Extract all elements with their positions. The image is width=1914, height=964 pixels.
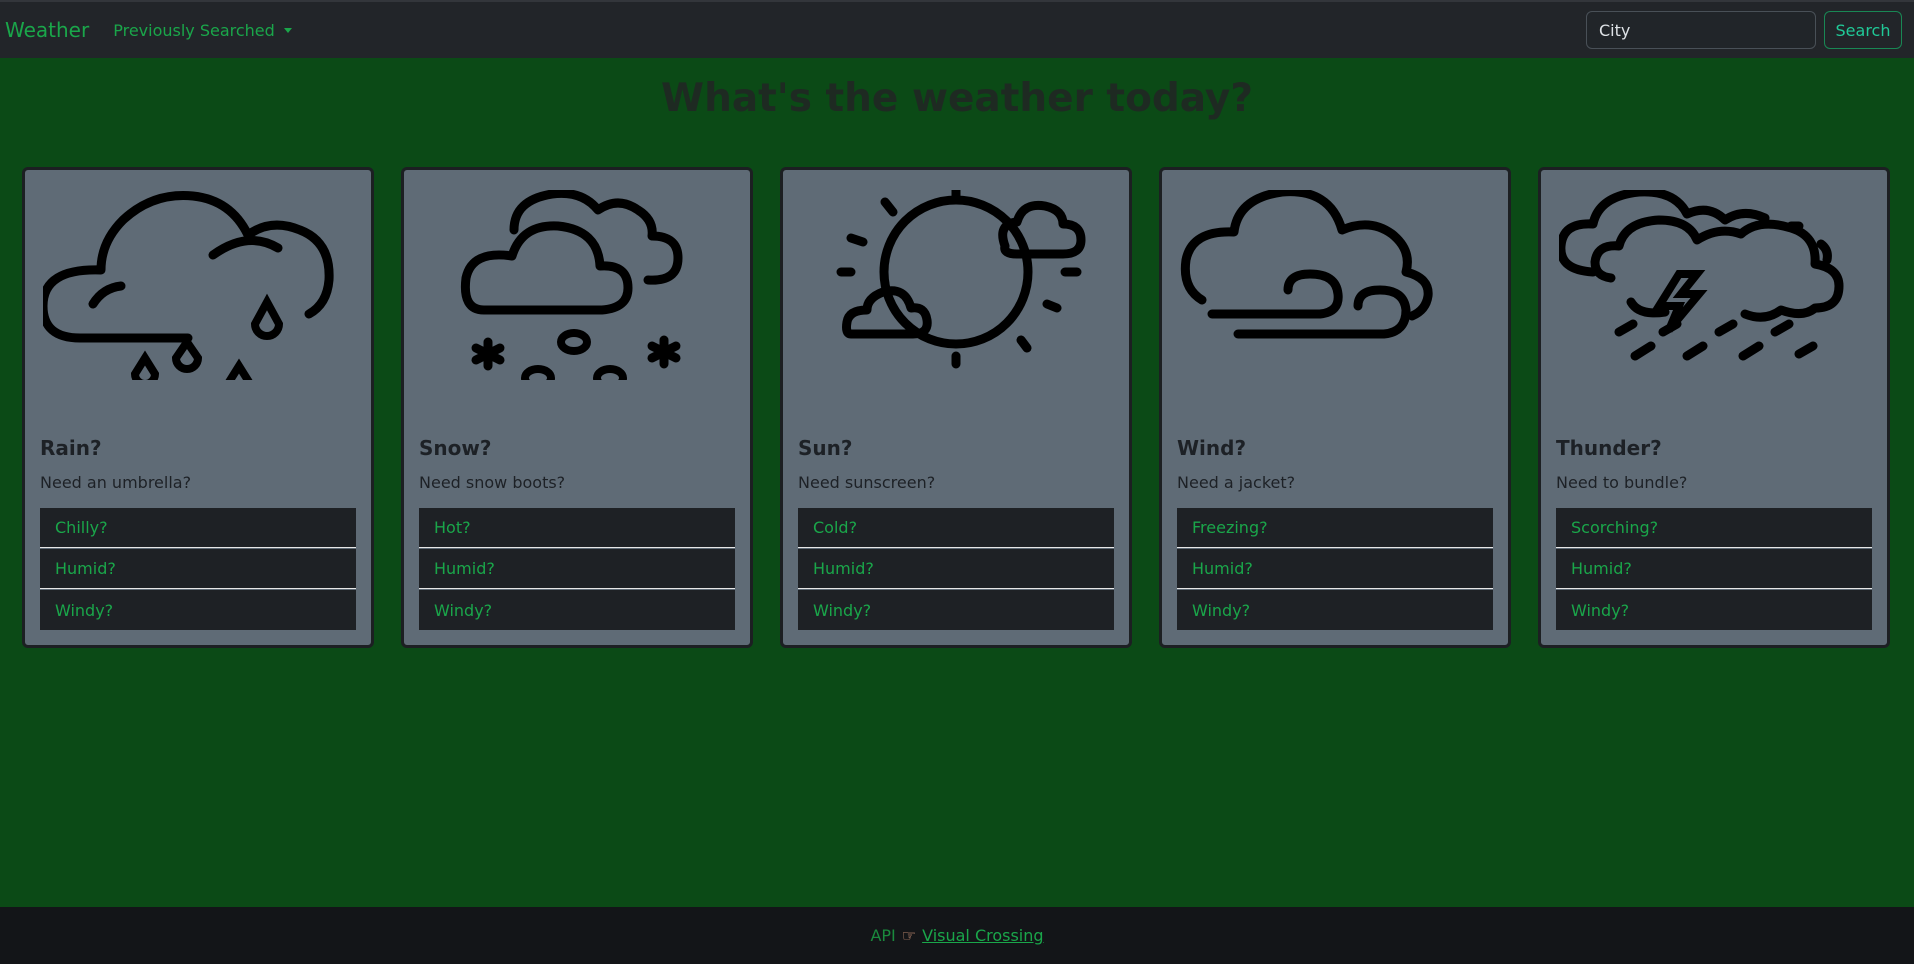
list-item[interactable]: Hot?	[419, 508, 735, 548]
card-title: Thunder?	[1556, 436, 1662, 460]
option-list: Freezing? Humid? Windy?	[1177, 508, 1493, 630]
city-search-input[interactable]	[1586, 11, 1816, 49]
option-list: Chilly? Humid? Windy?	[40, 508, 356, 630]
search-form: Search	[1586, 11, 1902, 49]
card-title: Wind?	[1177, 436, 1247, 460]
search-button[interactable]: Search	[1824, 11, 1902, 49]
list-item[interactable]: Humid?	[798, 549, 1114, 589]
card-title: Snow?	[419, 436, 492, 460]
api-label: API	[870, 926, 896, 945]
list-item[interactable]: Windy?	[40, 590, 356, 630]
card-text: Need an umbrella?	[40, 473, 192, 492]
card-text: Need sunscreen?	[798, 473, 936, 492]
card-title: Rain?	[40, 436, 102, 460]
list-item[interactable]: Chilly?	[40, 508, 356, 548]
list-item[interactable]: Windy?	[419, 590, 735, 630]
weather-cards: Rain? Need an umbrella? Chilly? Humid? W…	[22, 167, 1890, 648]
snow-cloud-icon	[460, 190, 683, 380]
card-text: Need snow boots?	[419, 473, 566, 492]
list-item[interactable]: Windy?	[798, 590, 1114, 630]
caret-down-icon	[283, 27, 292, 33]
weather-card-wind: Wind? Need a jacket? Freezing? Humid? Wi…	[1159, 167, 1511, 648]
list-item[interactable]: Windy?	[1556, 590, 1872, 630]
page-title: What's the weather today?	[661, 76, 1253, 121]
list-item[interactable]: Humid?	[40, 549, 356, 589]
wind-cloud-icon	[1180, 190, 1433, 339]
footer: API ☞ Visual Crossing	[0, 907, 1914, 964]
list-item[interactable]: Humid?	[1177, 549, 1493, 589]
list-item[interactable]: Freezing?	[1177, 508, 1493, 548]
option-list: Scorching? Humid? Windy?	[1556, 508, 1872, 630]
dropdown-label: Previously Searched	[113, 20, 275, 40]
list-item[interactable]: Scorching?	[1556, 508, 1872, 548]
list-item[interactable]: Windy?	[1177, 590, 1493, 630]
list-item[interactable]: Humid?	[1556, 549, 1872, 589]
sun-cloud-icon	[836, 190, 1086, 369]
list-item[interactable]: Cold?	[798, 508, 1114, 548]
card-title: Sun?	[798, 436, 853, 460]
visual-crossing-link[interactable]: Visual Crossing	[922, 926, 1043, 945]
previously-searched-dropdown[interactable]: Previously Searched	[113, 21, 292, 40]
option-list: Cold? Humid? Windy?	[798, 508, 1114, 630]
list-item[interactable]: Humid?	[419, 549, 735, 589]
weather-card-sun: Sun? Need sunscreen? Cold? Humid? Windy?	[780, 167, 1132, 648]
thunder-cloud-icon	[1559, 190, 1844, 361]
option-list: Hot? Humid? Windy?	[419, 508, 735, 630]
weather-card-rain: Rain? Need an umbrella? Chilly? Humid? W…	[22, 167, 374, 648]
navbar: Weather Previously Searched Search	[0, 0, 1914, 58]
weather-card-thunder: Thunder? Need to bundle? Scorching? Humi…	[1538, 167, 1890, 648]
card-text: Need to bundle?	[1556, 473, 1688, 492]
card-text: Need a jacket?	[1177, 473, 1296, 492]
rain-cloud-icon	[43, 191, 334, 380]
pointing-hand-icon: ☞	[901, 926, 917, 945]
brand-link[interactable]: Weather	[5, 18, 89, 42]
weather-card-snow: Snow? Need snow boots? Hot? Humid? Windy…	[401, 167, 753, 648]
